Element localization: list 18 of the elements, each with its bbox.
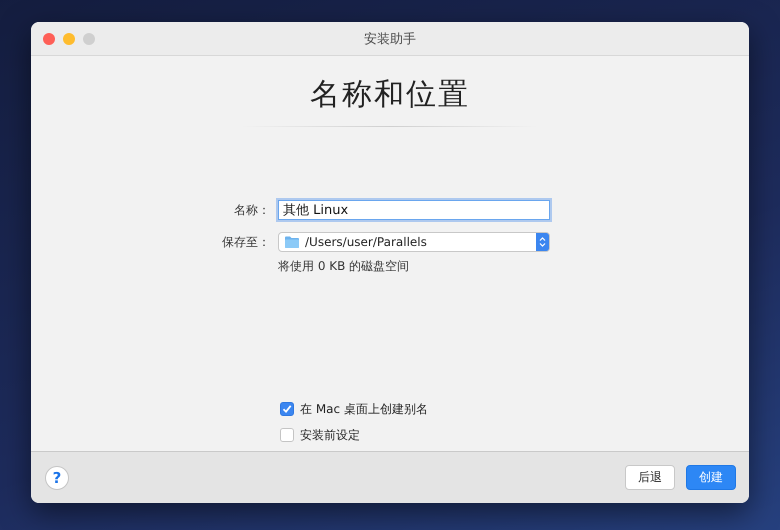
close-button[interactable] (43, 32, 55, 44)
back-button[interactable]: 后退 (625, 465, 675, 490)
checkbox-label: 安装前设定 (300, 426, 360, 444)
help-button[interactable]: ? (45, 466, 69, 490)
location-dropdown[interactable]: /Users/user/Parallels (278, 232, 550, 252)
disk-space-note: 将使用 0 KB 的磁盘空间 (278, 259, 410, 273)
checkbox-label: 在 Mac 桌面上创建别名 (300, 400, 428, 418)
window-title: 安装助手 (364, 32, 416, 46)
zoom-button[interactable] (83, 32, 95, 44)
create-button[interactable]: 创建 (686, 465, 736, 490)
minimize-button[interactable] (63, 32, 75, 44)
field-label: 名称： (234, 202, 270, 218)
field-label: 保存至： (222, 234, 270, 250)
name-field[interactable]: 其他 Linux (278, 200, 550, 220)
checkbox[interactable] (280, 402, 294, 416)
page-heading: 名称和位置 (309, 77, 471, 113)
checkbox[interactable] (280, 428, 294, 442)
folder-icon (285, 236, 299, 248)
